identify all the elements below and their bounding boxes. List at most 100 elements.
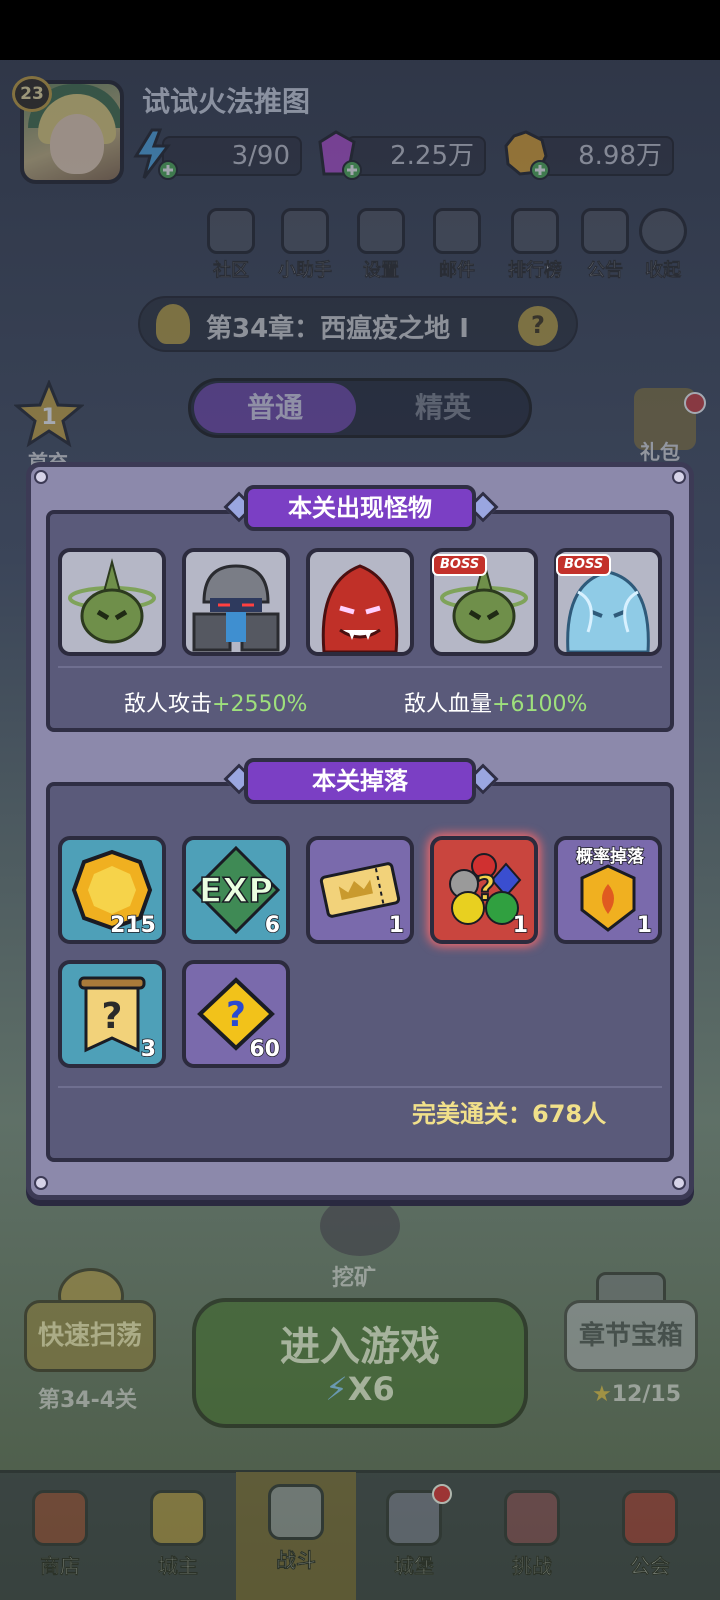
quick-sweep-button[interactable]: 快速扫荡 <box>24 1300 156 1372</box>
monster-slot[interactable] <box>182 548 290 656</box>
mining-label: 挖矿 <box>332 1266 377 1291</box>
settings-label: 设置 <box>363 260 400 282</box>
enemy-attack-label: 敌人攻击 <box>124 692 213 717</box>
mail-button[interactable]: 邮件 <box>424 208 490 284</box>
chapter-chest-button[interactable]: 章节宝箱 <box>564 1300 698 1372</box>
quick-sweep-stage: 第34-4关 <box>38 1388 138 1413</box>
demon-mask-icon <box>504 1490 560 1546</box>
drop-slot[interactable]: 1 <box>306 836 414 944</box>
enemy-attack-stat: 敌人攻击+2550% <box>124 686 307 718</box>
leaderboard-label: 排行榜 <box>508 260 563 282</box>
first-recharge-count: 1 <box>41 405 56 430</box>
armored-knight-icon <box>192 564 280 652</box>
drops-title: 本关掉落 <box>244 758 476 804</box>
nav-castle-label: 城堡 <box>394 1554 434 1578</box>
drop-count: 3 <box>140 1036 157 1063</box>
nav-lord-label: 城主 <box>158 1554 198 1578</box>
star-icon: ★ <box>592 1382 612 1407</box>
monster-slot[interactable] <box>306 548 414 656</box>
guild-banner-icon <box>622 1490 678 1546</box>
corner-rivet <box>34 1176 48 1190</box>
megaphone-icon <box>581 208 629 254</box>
gift-notification-dot <box>684 392 706 414</box>
drop-count: 1 <box>512 912 529 939</box>
crown-icon <box>150 1490 206 1546</box>
lightbulb-icon <box>156 304 190 344</box>
perfect-clear-count: 完美通关：678人 <box>412 1100 607 1128</box>
help-icon[interactable]: ? <box>518 306 558 346</box>
drop-count: 6 <box>264 912 281 939</box>
nav-battle-label: 战斗 <box>276 1548 316 1572</box>
exp-text: EXP <box>199 871 273 911</box>
drop-slot[interactable]: ? 3 <box>58 960 166 1068</box>
announcement-label: 公告 <box>587 260 624 282</box>
gold-coin-icon[interactable] <box>502 128 550 180</box>
energy-value: 3/90 <box>162 136 302 176</box>
first-recharge-star-icon[interactable]: 1 <box>14 380 84 450</box>
drop-slot[interactable]: 概率掉落 1 <box>554 836 662 944</box>
robot-icon <box>281 208 329 254</box>
assistant-button[interactable]: 小助手 <box>272 208 338 284</box>
assistant-label: 小助手 <box>278 260 333 282</box>
mail-label: 邮件 <box>439 260 476 282</box>
enter-game-label: 进入游戏 <box>280 1324 440 1370</box>
svg-text:?: ? <box>476 869 496 909</box>
drop-slot[interactable]: 215 <box>58 836 166 944</box>
nav-guild-label: 公会 <box>630 1554 670 1578</box>
nav-shop[interactable]: 商店 <box>10 1480 110 1590</box>
community-icon <box>207 208 255 254</box>
monster-slot-boss[interactable]: BOSS <box>430 548 538 656</box>
chapter-chest-progress-value: 12/15 <box>611 1382 681 1407</box>
chapter-title: 第34章：西瘟疫之地 I <box>206 314 469 344</box>
boss-tag: BOSS <box>556 554 612 576</box>
enemy-hp-label: 敌人血量 <box>404 692 493 717</box>
level-badge: 23 <box>12 76 52 112</box>
castle-notification-dot <box>432 1484 452 1504</box>
crossed-swords-icon <box>268 1484 324 1540</box>
announcement-button[interactable]: 公告 <box>580 208 630 284</box>
monster-slot-boss[interactable]: BOSS <box>554 548 662 656</box>
play-circle-icon <box>639 208 687 254</box>
drop-count: 1 <box>388 912 405 939</box>
envelope-icon <box>433 208 481 254</box>
chapter-chest-progress: ★12/15 <box>592 1382 681 1407</box>
corner-rivet <box>672 1176 686 1190</box>
corner-rivet <box>672 470 686 484</box>
nav-challenge-label: 挑战 <box>512 1554 552 1578</box>
nav-challenge[interactable]: 挑战 <box>482 1480 582 1590</box>
tab-normal[interactable]: 普通 <box>194 383 356 433</box>
monsters-title: 本关出现怪物 <box>244 485 476 531</box>
mining-icon[interactable] <box>320 1196 400 1256</box>
drop-slot[interactable]: ? 1 <box>430 836 538 944</box>
divider <box>58 1086 662 1088</box>
enter-game-cost-value: X6 <box>347 1370 395 1408</box>
energy-bolt-icon[interactable] <box>130 128 178 180</box>
svg-text:?: ? <box>226 995 246 1035</box>
divider <box>58 666 662 668</box>
nav-battle[interactable]: 战斗 <box>246 1474 346 1584</box>
enemy-hp-value: +6100% <box>492 692 588 717</box>
drop-slot[interactable]: EXP 6 <box>182 836 290 944</box>
collapse-label: 收起 <box>645 260 682 282</box>
drop-count: 215 <box>109 912 156 939</box>
gift-label: 礼包 <box>640 440 680 464</box>
nav-lord[interactable]: 城主 <box>128 1480 228 1590</box>
gems-value: 2.25万 <box>346 136 486 176</box>
leaderboard-button[interactable]: 排行榜 <box>502 208 568 284</box>
settings-button[interactable]: 设置 <box>348 208 414 284</box>
collapse-button[interactable]: 收起 <box>630 208 696 284</box>
enter-game-cost: ⚡X6 <box>192 1370 528 1408</box>
enemy-hp-stat: 敌人血量+6100% <box>404 686 587 718</box>
enemy-attack-value: +2550% <box>212 692 308 717</box>
monster-slot[interactable] <box>58 548 166 656</box>
energy-bolt-icon: ⚡ <box>325 1370 348 1408</box>
drop-slot[interactable]: ? 60 <box>182 960 290 1068</box>
red-demon-icon <box>321 564 399 652</box>
avatar-face <box>50 114 104 174</box>
purple-gem-icon[interactable] <box>314 128 362 180</box>
tab-elite[interactable]: 精英 <box>360 383 526 433</box>
boss-tag: BOSS <box>432 554 488 576</box>
nav-guild[interactable]: 公会 <box>600 1480 700 1590</box>
community-button[interactable]: 社区 <box>198 208 264 284</box>
nav-shop-label: 商店 <box>40 1554 80 1578</box>
